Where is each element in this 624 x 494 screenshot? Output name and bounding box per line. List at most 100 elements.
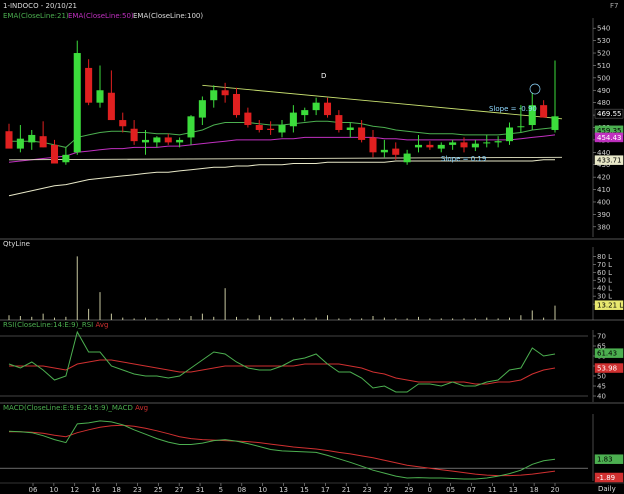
candle-body: [164, 137, 172, 143]
candle-body: [517, 126, 525, 128]
x-axis-tick-label: 23: [133, 486, 142, 494]
price-value-tag: 454.43: [597, 134, 622, 142]
volume-panel: 80 L70 L60 L50 L40 L30 L20 L13.21 L: [0, 247, 624, 321]
candle-body: [16, 138, 24, 149]
candle-body: [460, 142, 468, 148]
candle-body: [73, 53, 81, 153]
candle-body: [505, 127, 514, 142]
candle-body: [323, 102, 332, 116]
x-axis-tick-label: 18: [112, 486, 121, 494]
candle-body: [551, 116, 559, 130]
price-value-tag: 469.55: [597, 110, 622, 118]
stock-chart[interactable]: 3803904004104204304404504604704804905005…: [0, 0, 624, 494]
candle-body: [278, 125, 286, 133]
price-axis-tick-label: 390: [597, 211, 610, 219]
price-panel: 3803904004104204304404504604704804905005…: [0, 18, 624, 240]
x-axis-tick-label: 18: [530, 486, 539, 494]
rsi-axis-tick-label: 70: [597, 333, 606, 341]
price-value-tag: 433.71: [597, 157, 622, 165]
candle-body: [141, 139, 150, 143]
x-axis-tick-label: 07: [467, 486, 476, 494]
slope-annotation-2: Slope = 0.19: [441, 155, 486, 163]
price-axis-tick-label: 490: [597, 87, 610, 95]
candle-body: [380, 149, 388, 153]
rsi-axis-tick-label: 45: [597, 383, 606, 391]
x-axis-tick-label: 11: [488, 486, 497, 494]
x-axis-tick-label: 16: [91, 486, 100, 494]
candle-body: [62, 154, 70, 163]
x-axis-tick-label: 27: [175, 486, 184, 494]
rsi-panel: 7065605550454061.4353.98: [0, 330, 624, 404]
price-axis-tick-label: 420: [597, 174, 610, 182]
candle-body: [403, 153, 411, 163]
x-axis-tick-label: 08: [237, 486, 246, 494]
candle-body: [85, 67, 93, 103]
price-axis-tick-label: 540: [597, 25, 610, 33]
candle-body: [221, 90, 229, 96]
candle-body: [437, 144, 445, 149]
candle-body: [244, 112, 252, 126]
rsi-axis-tick-label: 50: [597, 373, 606, 381]
volume-axis-tick-label: 80 L: [597, 253, 612, 261]
x-axis-tick-label: 10: [258, 486, 267, 494]
candle-body: [176, 139, 184, 143]
candle-body: [414, 144, 423, 148]
x-axis-tick-label: 06: [29, 486, 38, 494]
x-axis-tick-label: 29: [404, 486, 413, 494]
x-axis-tick-label: 21: [342, 486, 351, 494]
macd-panel: 1.83 -1.89: [0, 414, 624, 483]
candle-body: [5, 131, 13, 149]
candle-body: [358, 127, 366, 140]
candle-body: [346, 127, 354, 130]
candle-body: [119, 120, 127, 127]
x-axis-tick-label: 0: [427, 486, 431, 494]
x-axis-tick-label: 15: [300, 486, 309, 494]
volume-axis-tick-label: 60 L: [597, 269, 612, 277]
candle-body: [540, 105, 548, 118]
rsi-avg-line: [9, 359, 556, 385]
candle-body: [107, 92, 115, 121]
x-axis-tick-label: 13: [279, 486, 288, 494]
candle-body: [187, 116, 195, 138]
candle-body: [289, 112, 297, 127]
x-axis-tick-label: 25: [154, 486, 163, 494]
rsi-value-tag: 53.98: [597, 365, 617, 373]
volume-axis-tick-label: 70 L: [597, 261, 612, 269]
candle-body: [255, 125, 263, 130]
x-axis-tick-label: 5: [219, 486, 223, 494]
volume-axis-tick-label: 50 L: [597, 277, 612, 285]
x-axis-tick-label: 13: [509, 486, 518, 494]
macd-value-tag: -1.89: [597, 474, 615, 482]
macd-value-tag: 1.83: [597, 456, 613, 464]
candle-body: [198, 100, 206, 118]
price-axis-tick-label: 410: [597, 186, 610, 194]
rsi-value-tag: 61.43: [597, 350, 617, 358]
candle-body: [449, 142, 457, 145]
candle-body: [301, 110, 309, 116]
x-axis-tick-label: 10: [49, 486, 58, 494]
x-axis-tick-label: 23: [363, 486, 372, 494]
candle-body: [494, 141, 502, 143]
x-axis-tick-label: 17: [321, 486, 330, 494]
x-axis-tick-label: 12: [70, 486, 79, 494]
x-axis-tick-label: 05: [446, 486, 455, 494]
candle-body: [39, 136, 47, 148]
candle-body: [335, 115, 343, 130]
trend-line-1: [202, 84, 563, 120]
candle-body: [96, 90, 104, 103]
candle-body: [483, 142, 491, 144]
x-axis-tick-label: 31: [196, 486, 205, 494]
candle-body: [267, 128, 275, 130]
candle-body: [232, 93, 241, 116]
price-axis-tick-label: 400: [597, 198, 610, 206]
d-marker: D: [321, 72, 326, 80]
x-axis: 06 10 12 16 18 23 25 27 31 5 08 10 13 15 17 21 23 27 29 0 05…: [0, 482, 624, 494]
candle-body: [369, 137, 377, 153]
candle-body: [130, 128, 138, 142]
price-axis-tick-label: 500: [597, 74, 610, 82]
price-axis-tick-label: 380: [597, 223, 610, 231]
candle-body: [28, 134, 36, 143]
x-axis-tick-label: 27: [383, 486, 392, 494]
volume-axis-tick-label: 40 L: [597, 285, 612, 293]
price-axis-tick-label: 480: [597, 99, 610, 107]
